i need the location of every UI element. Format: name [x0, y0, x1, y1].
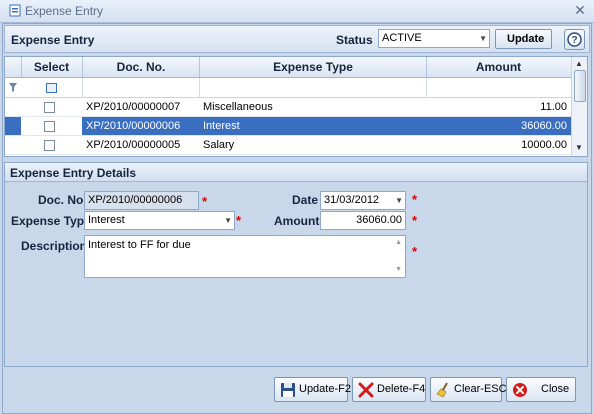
expense-type-cell: Miscellaneous [203, 101, 273, 113]
filter-checkbox-icon [46, 83, 57, 93]
select-checkbox[interactable] [44, 121, 55, 132]
chevron-down-icon[interactable]: ▼ [224, 216, 232, 225]
required-mark: * [412, 213, 418, 228]
expense-type-cell: Interest [203, 120, 240, 132]
amount-cell: 11.00 [540, 101, 567, 113]
doc-no-cell: XP/2010/00000006 [86, 120, 181, 132]
status-value: ACTIVE [382, 32, 422, 44]
doc-no-cell: XP/2010/00000007 [86, 101, 181, 113]
filter-row [5, 78, 571, 98]
close-label: Close [541, 383, 570, 395]
window-titlebar: Expense Entry ✕ [0, 0, 594, 23]
update-button[interactable]: Update [495, 29, 552, 49]
date-value: 31/03/2012 [324, 194, 380, 206]
expense-type-label: Expense Type [11, 214, 91, 228]
help-icon: ? [567, 32, 582, 47]
required-mark: * [412, 244, 418, 259]
broom-icon [436, 382, 448, 398]
details-header: Expense Entry Details [5, 163, 587, 182]
scroll-thumb[interactable] [574, 70, 586, 102]
header-bar: Expense Entry Status ACTIVE ▼ Update ? [4, 25, 590, 53]
description-label: Description [21, 239, 88, 253]
column-header-select[interactable]: Select [21, 57, 83, 77]
help-button[interactable]: ? [564, 29, 585, 50]
expense-grid: Select Doc. No. Expense Type Amount XP/2… [4, 56, 588, 157]
window-title: Expense Entry [25, 4, 104, 18]
expense-type-cell: Salary [203, 139, 235, 151]
clear-esc-label: Clear-ESC [454, 383, 507, 395]
doc-no-value: XP/2010/00000006 [88, 194, 183, 206]
table-row[interactable]: XP/2010/00000005 Salary 10000.00 [5, 136, 571, 155]
description-field[interactable]: Interest to FF for due ▲ ▼ [84, 235, 406, 278]
filter-cell-expense-type[interactable] [200, 78, 427, 97]
date-field[interactable]: 31/03/2012 ▼ [320, 191, 406, 210]
description-value: Interest to FF for due [88, 239, 191, 251]
required-mark: * [412, 192, 418, 207]
filter-cell-select[interactable] [21, 78, 83, 97]
app-icon [9, 4, 21, 17]
scroll-down-icon[interactable]: ▼ [575, 143, 583, 152]
column-header-doc-no[interactable]: Doc. No. [83, 57, 200, 77]
close-button[interactable]: Close [506, 377, 576, 402]
scroll-down-icon[interactable]: ▼ [395, 266, 402, 273]
delete-f4-label: Delete-F4 [377, 383, 426, 395]
status-select[interactable]: ACTIVE ▼ [378, 29, 490, 48]
window-close-button[interactable]: ✕ [572, 2, 588, 18]
column-header-amount[interactable]: Amount [427, 57, 570, 77]
svg-text:?: ? [571, 35, 577, 46]
amount-cell: 36060.00 [521, 120, 567, 132]
filter-cell-doc-no[interactable] [83, 78, 200, 97]
chevron-down-icon: ▼ [479, 34, 487, 43]
required-mark: * [236, 213, 242, 228]
footer-bar: Update-F2 Delete-F4 Clear-ESC Close [4, 368, 588, 410]
filter-icon[interactable] [9, 83, 17, 92]
row-indicator-header [5, 57, 22, 77]
status-label: Status [336, 33, 373, 47]
select-cell[interactable] [21, 117, 82, 135]
page-title: Expense Entry [11, 33, 95, 47]
update-button-label: Update [507, 33, 545, 45]
chevron-down-icon[interactable]: ▼ [395, 196, 403, 205]
amount-field[interactable]: 36060.00 [320, 211, 406, 230]
amount-cell: 10000.00 [521, 139, 567, 151]
required-mark: * [202, 194, 208, 209]
amount-label: Amount [274, 214, 320, 228]
expense-type-select[interactable]: Interest ▼ [84, 211, 235, 230]
grid-vertical-scrollbar[interactable]: ▲ ▼ [571, 57, 587, 156]
filter-cell-amount[interactable] [427, 78, 570, 97]
row-pointer-icon: › [9, 120, 13, 132]
delete-f4-button[interactable]: Delete-F4 [352, 377, 426, 402]
grid-header: Select Doc. No. Expense Type Amount [5, 57, 571, 78]
scroll-up-icon[interactable]: ▲ [575, 59, 583, 68]
details-panel: Expense Entry Details Doc. No. XP/2010/0… [4, 162, 588, 367]
save-icon [281, 383, 295, 397]
update-f2-label: Update-F2 [299, 383, 351, 395]
doc-no-label: Doc. No. [38, 193, 87, 207]
expense-type-value: Interest [88, 214, 125, 226]
scroll-up-icon[interactable]: ▲ [395, 239, 402, 246]
date-label: Date [292, 193, 319, 207]
column-header-expense-type[interactable]: Expense Type [200, 57, 427, 77]
update-f2-button[interactable]: Update-F2 [274, 377, 351, 402]
close-icon [513, 383, 527, 397]
doc-no-field: XP/2010/00000006 [84, 191, 199, 210]
details-title: Expense Entry Details [10, 166, 137, 180]
clear-esc-button[interactable]: Clear-ESC [430, 377, 507, 402]
amount-value: 36060.00 [356, 214, 402, 226]
table-row[interactable]: XP/2010/00000007 Miscellaneous 11.00 [5, 98, 571, 117]
doc-no-cell: XP/2010/00000005 [86, 139, 181, 151]
table-row-selected[interactable]: › XP/2010/00000006 Interest 36060.00 [5, 117, 571, 136]
delete-icon [358, 382, 374, 398]
